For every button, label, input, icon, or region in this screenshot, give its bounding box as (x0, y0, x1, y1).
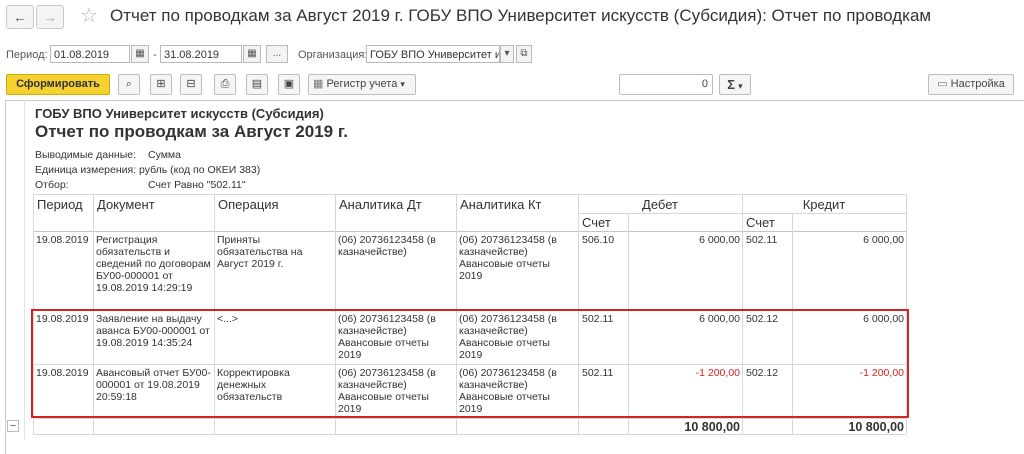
favorite-star-icon[interactable]: ☆ (80, 3, 98, 28)
col-header-debit: Дебет (642, 197, 678, 212)
row-operation: Приняты обязательства на Август 2019 г. (217, 234, 303, 270)
register-icon: ▦ (313, 78, 324, 90)
arrow-right-icon: → (43, 9, 57, 25)
period-label: Период: (6, 49, 48, 61)
organization-field[interactable]: ГОБУ ВПО Университет и (366, 45, 500, 63)
meta-label: Выводимые данные: (35, 149, 137, 161)
open-icon[interactable]: ⧉ (516, 45, 532, 63)
sum-menu-button[interactable]: Σ ▾ (719, 74, 751, 95)
report-area[interactable]: ГОБУ ВПО Университет искусств (Субсидия)… (0, 100, 1024, 454)
window-title: Отчет по проводкам за Август 2019 г. ГОБ… (110, 6, 932, 25)
search-icon[interactable]: ⌕ (118, 74, 140, 95)
date-to-field[interactable]: 31.08.2019 (160, 45, 242, 63)
calendar-icon[interactable]: ▦ (131, 45, 149, 63)
sum-value-field[interactable]: 0 (619, 74, 713, 95)
row-analytics-kt: (06) 20736123458 (в казначействе) Авансо… (459, 234, 557, 282)
row-credit-account: 502.11 (746, 234, 778, 246)
total-credit: 10 800,00 (848, 420, 904, 434)
print-icon[interactable]: ⎙ (214, 74, 236, 95)
chevron-down-icon[interactable]: ▾ (500, 45, 514, 63)
meta-value: Сумма (148, 149, 181, 161)
settings-button[interactable]: ▭ Настройка (928, 74, 1014, 95)
org-label: Организация: (298, 49, 368, 61)
report-title: Отчет по проводкам за Август 2019 г. (35, 122, 348, 141)
col-header-analytics-dt: Аналитика Дт (339, 197, 422, 212)
back-button[interactable]: ← (6, 5, 34, 29)
col-header-analytics-kt: Аналитика Кт (460, 197, 542, 212)
period-select-button[interactable]: ... (266, 45, 288, 63)
col-header-debit-account: Счет (582, 215, 611, 230)
meta-label: Отбор: (35, 179, 69, 191)
calendar-icon[interactable]: ▦ (243, 45, 261, 63)
row-debit-sum: 6 000,00 (699, 234, 740, 246)
col-header-credit: Кредит (802, 197, 846, 212)
collapse-groups-icon[interactable]: ⊟ (180, 74, 202, 95)
col-header-operation: Операция (218, 197, 279, 212)
save-icon[interactable]: ▣ (278, 74, 300, 95)
row-date: 19.08.2019 (36, 234, 89, 246)
settings-label: Настройка (950, 78, 1005, 90)
sigma-icon: Σ (727, 77, 736, 92)
row-document[interactable]: Регистрация обязательств и сведений по д… (96, 234, 212, 294)
highlight-frame (31, 309, 909, 418)
meta-label: Единица измерения: (35, 164, 137, 176)
date-from-field[interactable]: 01.08.2019 (50, 45, 130, 63)
row-credit-sum: 6 000,00 (863, 234, 904, 246)
col-header-document: Документ (97, 197, 155, 212)
settings-icon: ▭ (937, 78, 948, 90)
report-org: ГОБУ ВПО Университет искусств (Субсидия) (35, 106, 324, 121)
row-analytics-dt: (06) 20736123458 (в казначействе) (338, 234, 436, 258)
chevron-down-icon: ▾ (738, 81, 743, 91)
collapse-group-icon[interactable]: − (7, 420, 19, 432)
expand-groups-icon[interactable]: ⊞ (150, 74, 172, 95)
generate-button[interactable]: Сформировать (6, 74, 110, 95)
col-header-period: Период (37, 197, 83, 212)
meta-value: рубль (код по ОКЕИ 383) (139, 164, 261, 176)
register-button[interactable]: ▦ Регистр учета ▾ (308, 74, 416, 95)
total-debit: 10 800,00 (684, 420, 740, 434)
preview-icon[interactable]: ▤ (246, 74, 268, 95)
row-debit-account: 506.10 (582, 234, 615, 246)
forward-button[interactable]: → (36, 5, 64, 29)
meta-value: Счет Равно "502.11" (148, 179, 246, 191)
chevron-down-icon: ▾ (400, 79, 405, 89)
arrow-left-icon: ← (13, 9, 27, 25)
col-header-credit-account: Счет (746, 215, 775, 230)
register-label: Регистр учета (326, 78, 398, 90)
